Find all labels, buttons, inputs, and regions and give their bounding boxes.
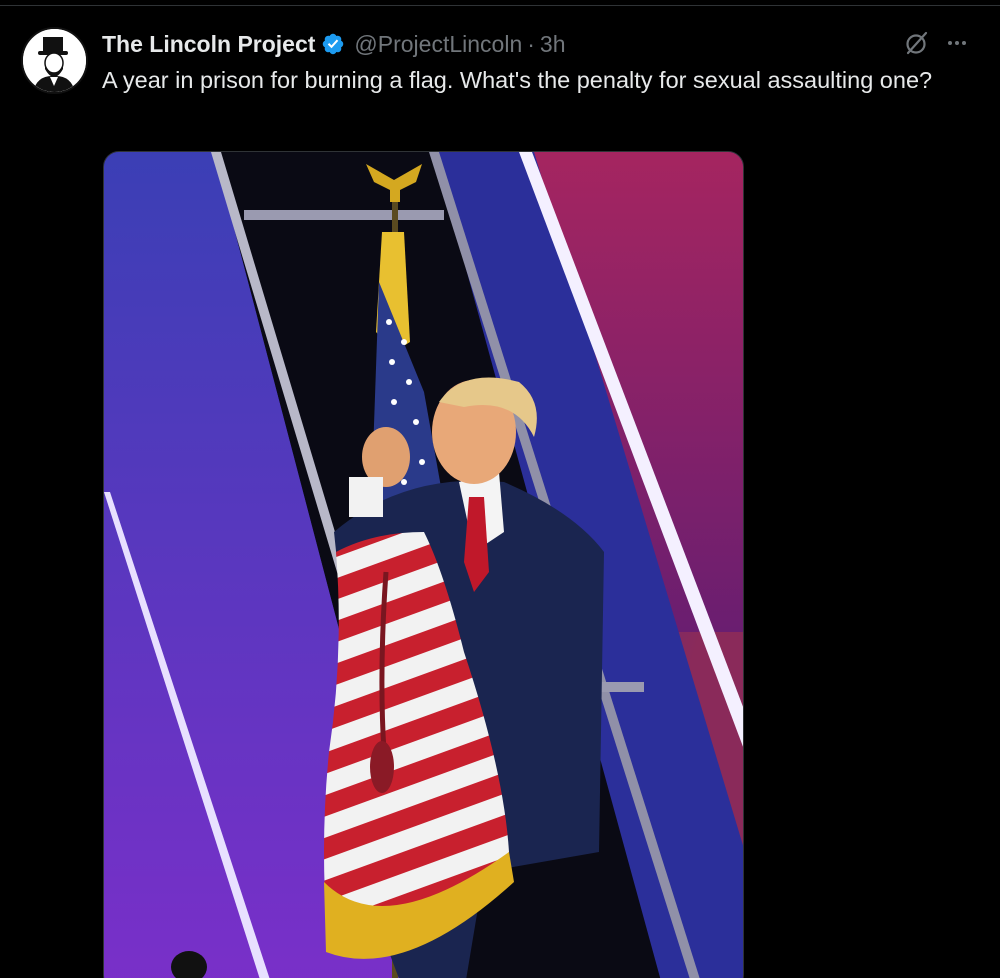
lincoln-portrait-icon	[23, 29, 86, 92]
tweet-header: The Lincoln Project @ProjectLincoln · 3h	[102, 29, 566, 59]
header-separator: ·	[527, 30, 535, 57]
photo-man-hugging-flag-icon	[104, 152, 743, 978]
tweet-timestamp[interactable]: 3h	[540, 31, 566, 58]
more-icon[interactable]	[946, 32, 968, 54]
tweet-media-photo[interactable]	[103, 151, 744, 978]
grok-icon[interactable]	[904, 30, 930, 56]
author-display-name[interactable]: The Lincoln Project	[102, 31, 315, 58]
author-handle[interactable]: @ProjectLincoln	[354, 31, 522, 58]
tweet[interactable]: The Lincoln Project @ProjectLincoln · 3h…	[0, 0, 1000, 978]
author-avatar[interactable]	[21, 27, 88, 94]
tweet-text: A year in prison for burning a flag. Wha…	[102, 67, 933, 93]
verified-badge-icon[interactable]	[321, 32, 345, 56]
tweet-header-actions	[904, 30, 968, 56]
